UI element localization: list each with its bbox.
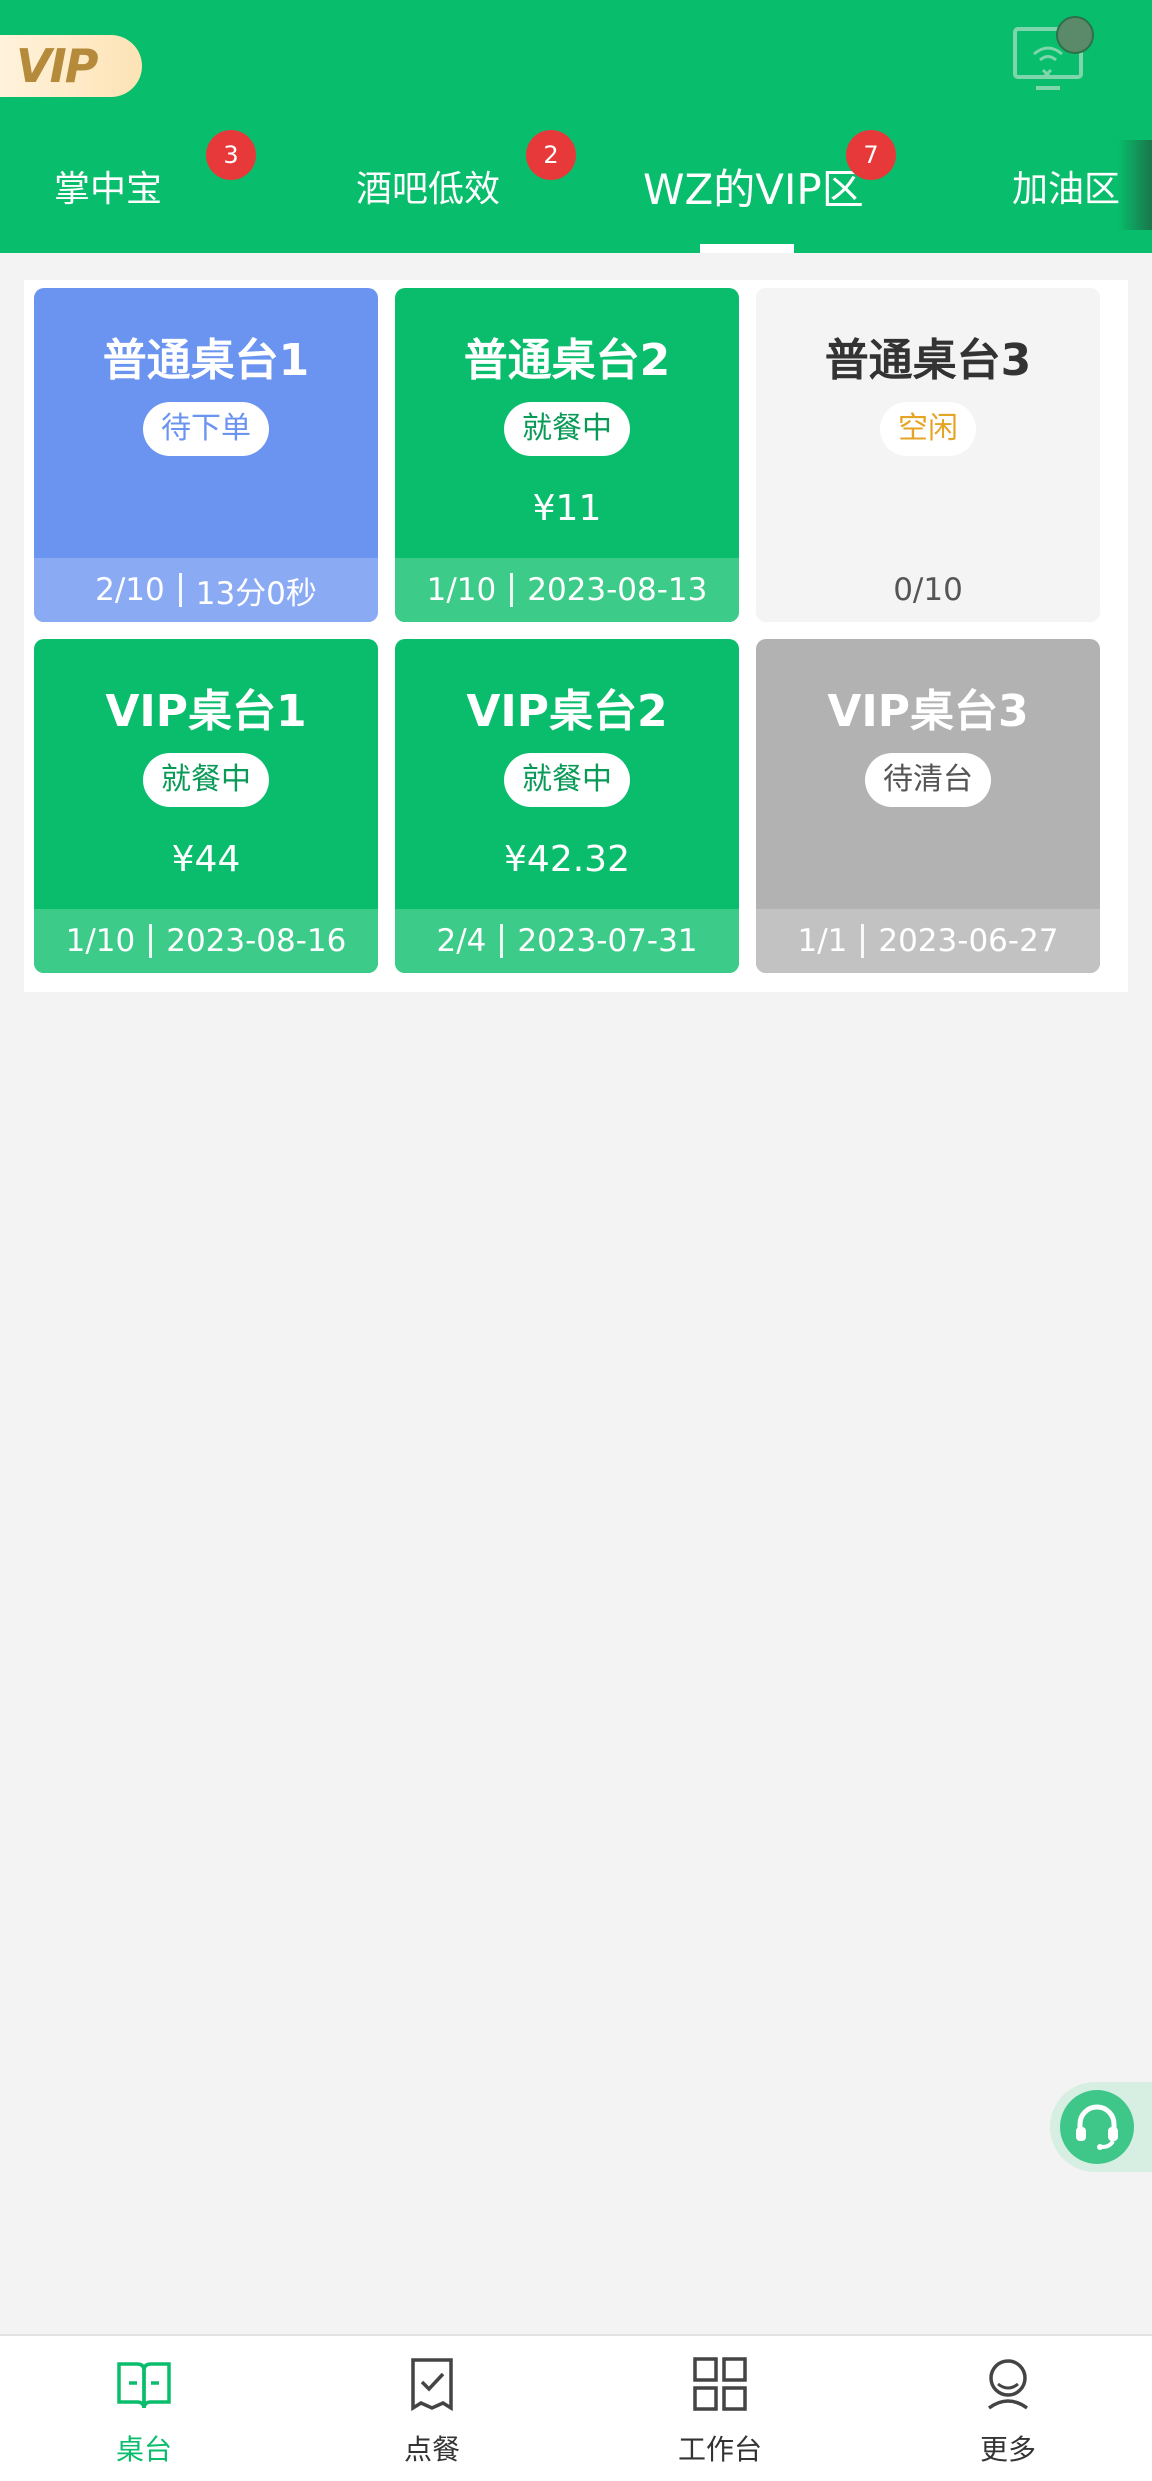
table-card[interactable]: 普通桌台2 就餐中 ¥11 1/10 2023-08-13: [395, 288, 739, 622]
table-card[interactable]: 普通桌台3 空闲 0/10: [756, 288, 1100, 622]
table-grid: 普通桌台1 待下单 2/10 13分0秒 普通桌台2 就餐中 ¥11 1/10 …: [24, 280, 1128, 992]
divider: [178, 573, 182, 607]
tab-wz-vip[interactable]: WZ的VIP区: [643, 156, 864, 217]
table-status-badge: 就餐中: [143, 753, 269, 807]
table-card[interactable]: VIP桌台2 就餐中 ¥42.32 2/4 2023-07-31: [395, 639, 739, 973]
table-footer: 1/10 2023-08-16: [34, 909, 378, 973]
tab-badge: 7: [846, 130, 896, 180]
table-name: 普通桌台1: [102, 335, 310, 386]
elapsed-time: 13分0秒: [195, 575, 317, 612]
table-amount: ¥44: [171, 839, 241, 880]
table-status-badge: 空闲: [880, 402, 976, 456]
support-circle: [1060, 2090, 1134, 2164]
table-card[interactable]: VIP桌台1 就餐中 ¥44 1/10 2023-08-16: [34, 639, 378, 973]
divider: [500, 924, 504, 958]
table-status-badge: 待下单: [143, 402, 269, 456]
status-dot: [1056, 16, 1094, 54]
open-date: 2023-08-13: [527, 572, 708, 608]
nav-label: 点餐: [403, 2433, 460, 2466]
table-status-badge: 就餐中: [504, 753, 630, 807]
tab-badge: 2: [526, 130, 576, 180]
tab-badge: 3: [206, 130, 256, 180]
header: VIP 掌中宝 3 酒吧低效 2 WZ的VIP区 7 加油区: [0, 0, 1152, 253]
guest-count: 0/10: [893, 572, 963, 608]
table-name: VIP桌台1: [105, 686, 307, 737]
nav-label: 桌台: [115, 2433, 172, 2466]
table-name: 普通桌台3: [824, 335, 1032, 386]
open-date: 2023-06-27: [878, 923, 1059, 959]
table-footer: 2/10 13分0秒: [34, 558, 378, 622]
nav-more[interactable]: 更多: [864, 2336, 1152, 2481]
table-status-badge: 就餐中: [504, 402, 630, 456]
table-amount: ¥11: [532, 488, 602, 529]
user-icon: [987, 2359, 1029, 2410]
table-footer: 1/10 2023-08-13: [395, 558, 739, 622]
open-date: 2023-08-16: [166, 923, 347, 959]
table-name: VIP桌台3: [827, 686, 1029, 737]
table-status-badge: 待清台: [865, 753, 991, 807]
divider: [149, 924, 153, 958]
bottom-nav: 桌台 点餐 工作台 更多: [0, 2334, 1152, 2481]
divider: [861, 924, 865, 958]
table-amount: ¥42.32: [504, 839, 630, 880]
guest-count: 1/10: [65, 923, 136, 959]
grid-icon: [693, 2357, 747, 2411]
nav-label: 工作台: [677, 2433, 762, 2466]
table-name: 普通桌台2: [463, 335, 671, 386]
book-open-icon: [117, 2362, 171, 2409]
active-tab-indicator: [700, 244, 794, 253]
customer-support-button[interactable]: [1050, 2082, 1152, 2172]
vip-badge[interactable]: VIP: [0, 35, 142, 97]
headset-icon: [1076, 2104, 1118, 2150]
nav-tables[interactable]: 桌台: [0, 2336, 288, 2481]
nav-label: 更多: [979, 2433, 1036, 2466]
tab-zhangzhongbao[interactable]: 掌中宝: [54, 160, 162, 212]
guest-count: 2/10: [95, 572, 165, 608]
table-name: VIP桌台2: [466, 686, 668, 737]
table-footer: 1/1 2023-06-27: [756, 909, 1100, 973]
divider: [510, 573, 514, 607]
nav-workbench[interactable]: 工作台: [576, 2336, 864, 2481]
area-tabs: 掌中宝 3 酒吧低效 2 WZ的VIP区 7 加油区: [0, 120, 1152, 253]
tab-jiuba-dixiao[interactable]: 酒吧低效: [356, 160, 500, 212]
guest-count: 1/1: [797, 923, 848, 959]
table-card[interactable]: VIP桌台3 待清台 1/1 2023-06-27: [756, 639, 1100, 973]
tab-jiayou[interactable]: 加油区: [1012, 160, 1120, 212]
tabs-scroll-fade: [1118, 140, 1152, 230]
table-footer: 2/4 2023-07-31: [395, 909, 739, 973]
open-date: 2023-07-31: [517, 923, 698, 959]
nav-order[interactable]: 点餐: [288, 2336, 576, 2481]
vip-badge-label: VIP: [16, 39, 98, 93]
order-check-icon: [411, 2358, 453, 2412]
table-card[interactable]: 普通桌台1 待下单 2/10 13分0秒: [34, 288, 378, 622]
guest-count: 1/10: [426, 572, 497, 608]
guest-count: 2/4: [436, 923, 487, 959]
table-footer: 0/10: [756, 558, 1100, 622]
